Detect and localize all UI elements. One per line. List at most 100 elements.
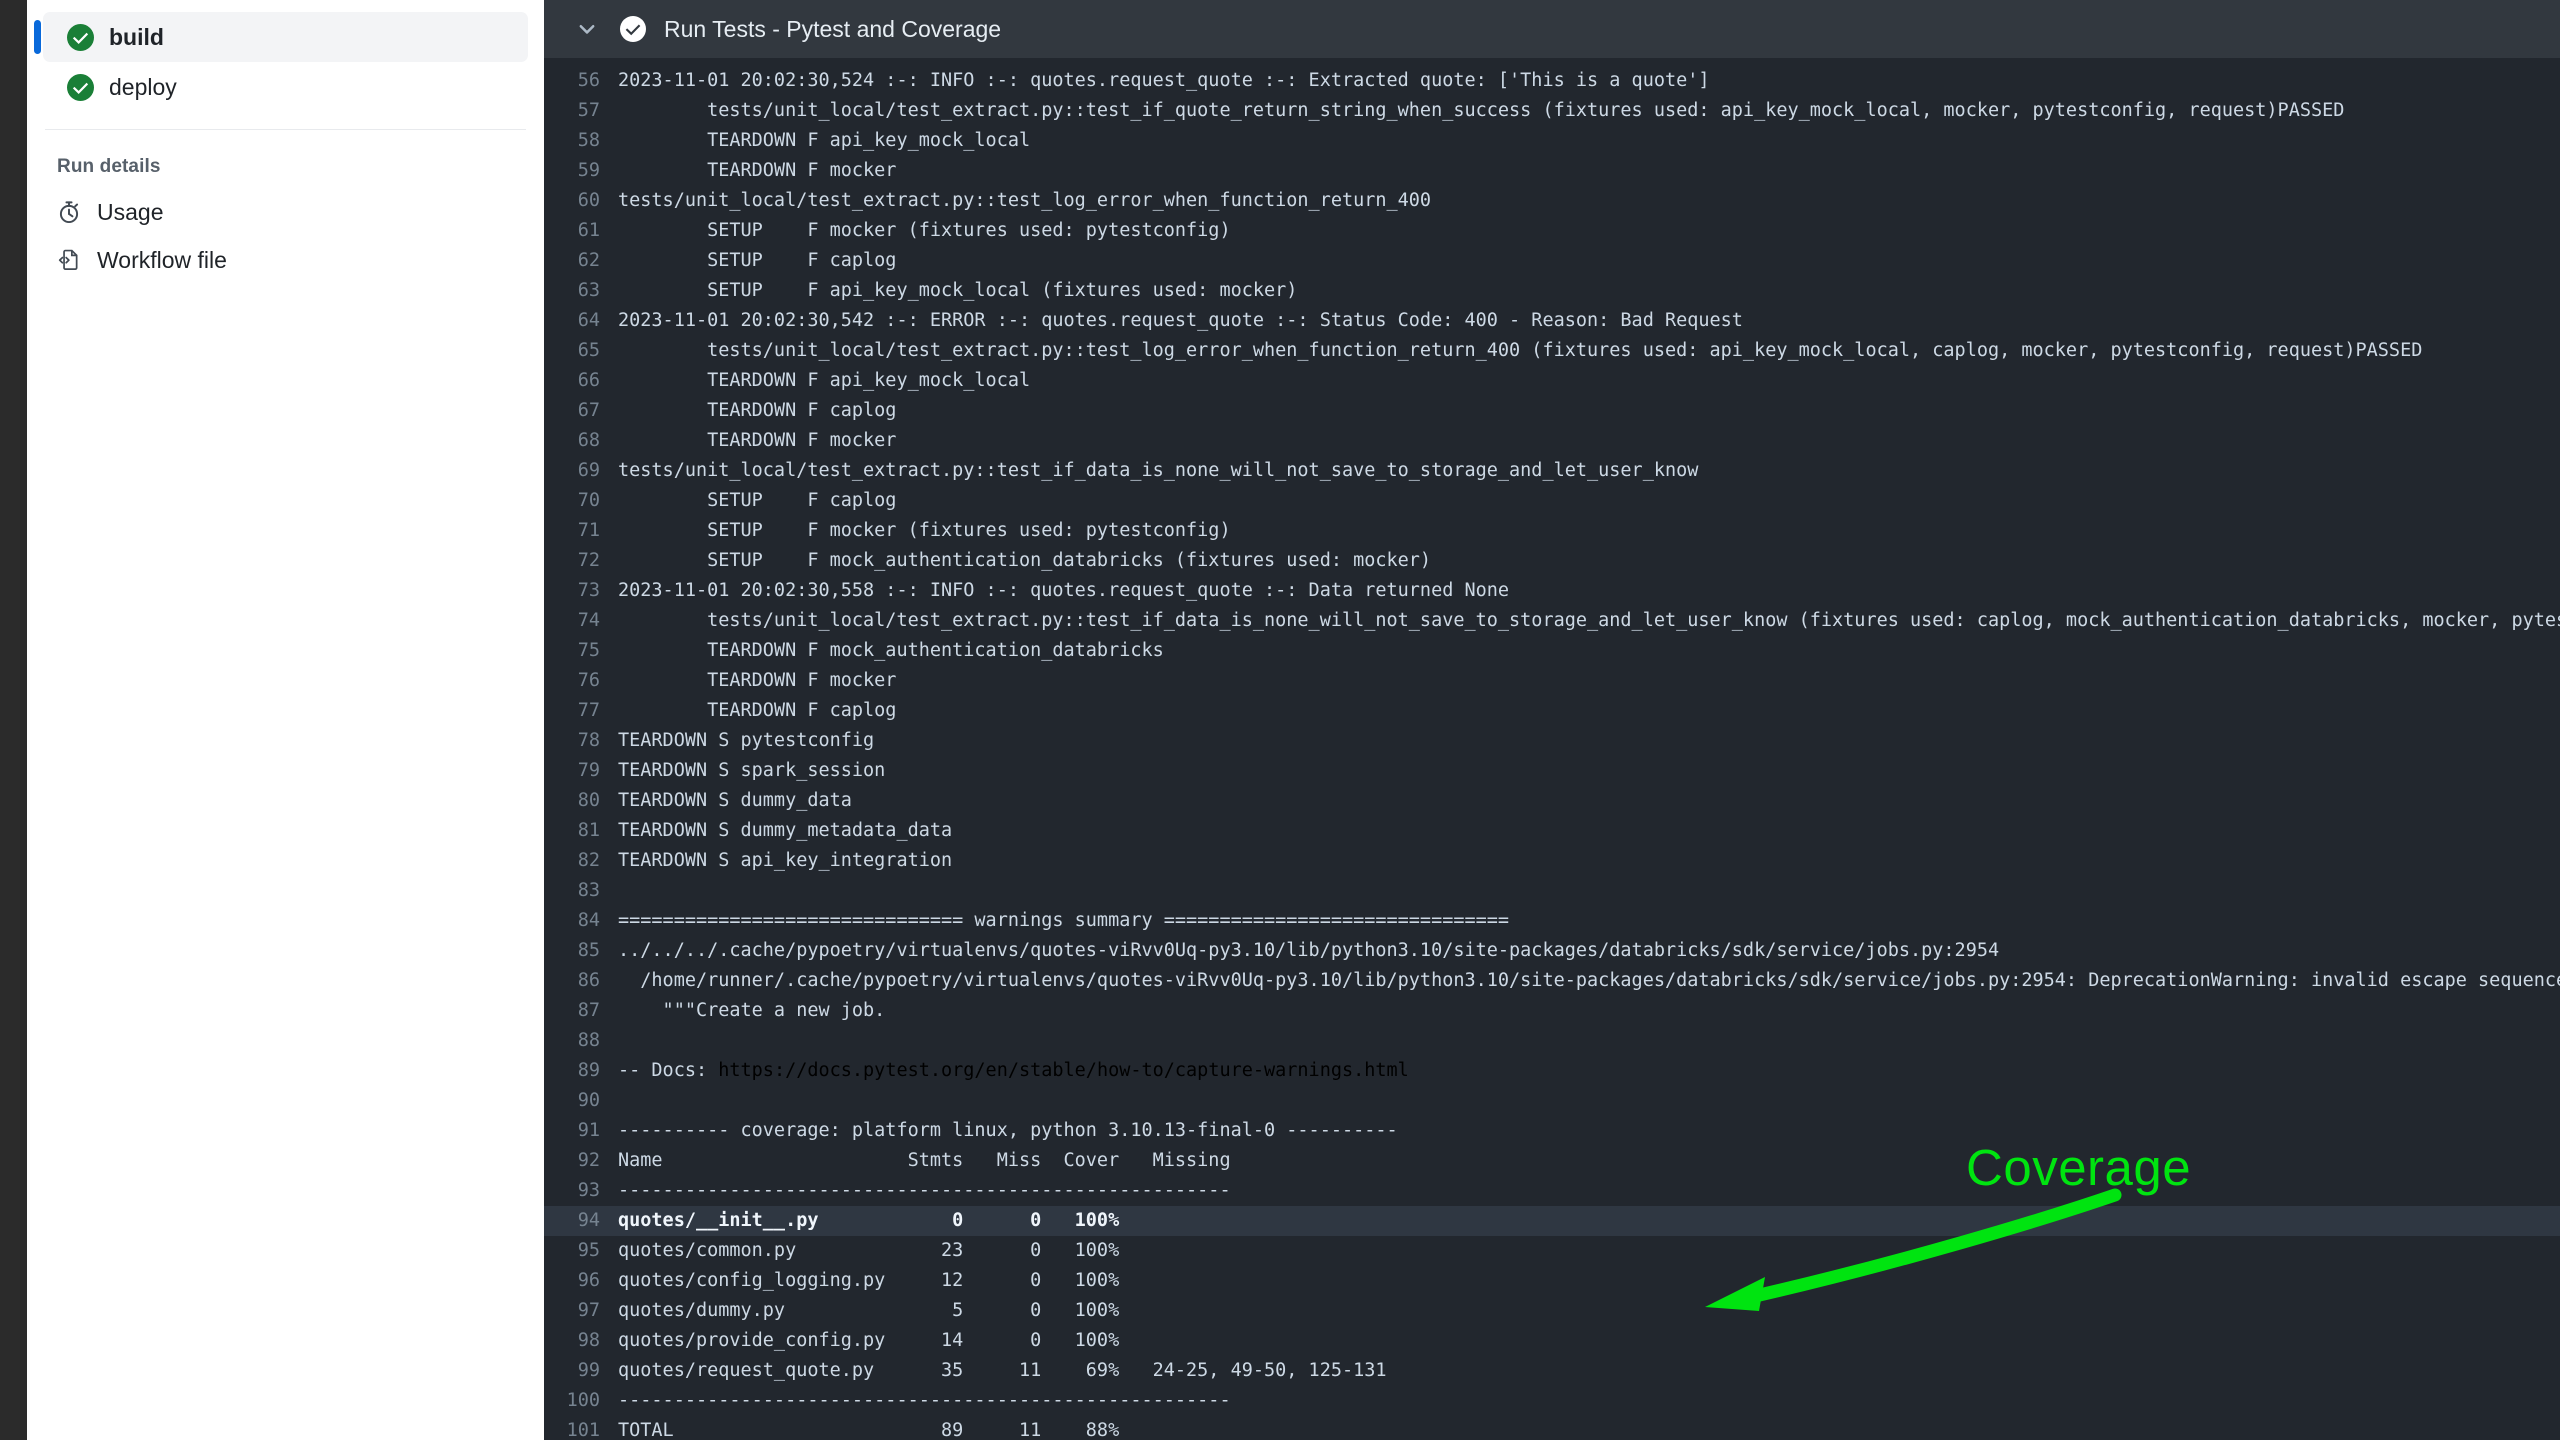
- log-line-number: 80: [577, 790, 600, 811]
- log-line: 96 quotes/config_logging.py 12 0 100%: [544, 1266, 2560, 1296]
- log-line-link[interactable]: https://docs.pytest.org/en/stable/how-to…: [718, 1056, 1409, 1086]
- log-line-text: SETUP F caplog: [618, 490, 897, 511]
- log-line-number: 73: [577, 580, 600, 601]
- log-line-number: 89: [577, 1060, 600, 1081]
- chevron-down-icon[interactable]: [576, 18, 598, 40]
- log-line: 91 ---------- coverage: platform linux, p…: [544, 1116, 2560, 1146]
- log-line: 99 quotes/request_quote.py 35 11 69% 24-2…: [544, 1356, 2560, 1386]
- log-line: 65 tests/unit_local/test_extract.py::tes…: [544, 336, 2560, 366]
- log-line-text: ---------- coverage: platform linux, pyt…: [618, 1120, 1398, 1141]
- code-file-icon: [57, 248, 81, 272]
- log-line: 98 quotes/provide_config.py 14 0 100%: [544, 1326, 2560, 1356]
- log-line: 75 TEARDOWN F mock_authentication_databr…: [544, 636, 2560, 666]
- log-line: 71 SETUP F mocker (fixtures used: pytest…: [544, 516, 2560, 546]
- log-line-number: 97: [577, 1300, 600, 1321]
- log-line: 79 TEARDOWN S spark_session: [544, 756, 2560, 786]
- log-line: 97 quotes/dummy.py 5 0 100%: [544, 1296, 2560, 1326]
- log-line-text: 2023-11-01 20:02:30,558 :-: INFO :-: quo…: [618, 580, 1510, 601]
- log-line-text: tests/unit_local/test_extract.py::test_i…: [618, 100, 2345, 121]
- log-line-number: 86: [577, 970, 600, 991]
- log-line-text: =============================== warnings…: [618, 910, 1510, 931]
- log-line-text: TEARDOWN F caplog: [618, 700, 897, 721]
- log-line-number: 75: [577, 640, 600, 661]
- log-line: 100 -------------------------------------…: [544, 1386, 2560, 1416]
- check-circle-success-icon: [67, 73, 94, 101]
- log-line-number: 78: [577, 730, 600, 751]
- log-line-text: """Create a new job.: [618, 1000, 886, 1021]
- jobs-sidebar: build deploy Run details Usage Workflow …: [27, 0, 544, 1440]
- log-line: 78 TEARDOWN S pytestconfig: [544, 726, 2560, 756]
- log-line-number: 79: [577, 760, 600, 781]
- stopwatch-icon: [57, 200, 81, 224]
- sidebar-item-deploy[interactable]: deploy: [43, 62, 528, 112]
- sidebar-item-usage[interactable]: Usage: [27, 188, 544, 236]
- log-line: 64 2023-11-01 20:02:30,542 :-: ERROR :-: …: [544, 306, 2560, 336]
- log-line: 90: [544, 1086, 2560, 1116]
- log-line-text: TEARDOWN S api_key_integration: [618, 850, 953, 871]
- log-line-text: quotes/request_quote.py 35 11 69% 24-25,…: [618, 1360, 1387, 1381]
- log-line-text: 2023-11-01 20:02:30,542 :-: ERROR :-: qu…: [618, 310, 1743, 331]
- log-line-number: 71: [577, 520, 600, 541]
- log-line-number: 77: [577, 700, 600, 721]
- log-line: 73 2023-11-01 20:02:30,558 :-: INFO :-: q…: [544, 576, 2560, 606]
- left-rail: [0, 0, 27, 1440]
- log-line: 70 SETUP F caplog: [544, 486, 2560, 516]
- log-line-text: quotes/common.py 23 0 100%: [618, 1240, 1120, 1261]
- log-line-number: 91: [577, 1120, 600, 1141]
- log-line-number: 61: [577, 220, 600, 241]
- log-line: 86 /home/runner/.cache/pypoetry/virtuale…: [544, 966, 2560, 996]
- log-line-text: SETUP F api_key_mock_local (fixtures use…: [618, 280, 1298, 301]
- log-line-text: TEARDOWN S dummy_data: [618, 790, 852, 811]
- log-line: 58 TEARDOWN F api_key_mock_local: [544, 126, 2560, 156]
- log-line-number: 64: [577, 310, 600, 331]
- log-line: 84 =============================== warnin…: [544, 906, 2560, 936]
- log-line: 76 TEARDOWN F mocker: [544, 666, 2560, 696]
- log-line-number: 72: [577, 550, 600, 571]
- log-line-number: 65: [577, 340, 600, 361]
- sidebar-item-label: Workflow file: [97, 246, 227, 273]
- log-line-text: TEARDOWN F mocker: [618, 670, 897, 691]
- log-line-text: TEARDOWN F mock_authentication_databrick…: [618, 640, 1164, 661]
- log-line-number: 98: [577, 1330, 600, 1351]
- log-line-number: 66: [577, 370, 600, 391]
- log-line-text: quotes/provide_config.py 14 0 100%: [618, 1330, 1120, 1351]
- log-line: 63 SETUP F api_key_mock_local (fixtures …: [544, 276, 2560, 306]
- check-circle-success-icon: [67, 23, 94, 51]
- log-line-number: 99: [577, 1360, 600, 1381]
- log-line-number: 100: [566, 1390, 600, 1411]
- log-line: 57 tests/unit_local/test_extract.py::tes…: [544, 96, 2560, 126]
- log-line: 85 ../../../.cache/pypoetry/virtualenvs/q…: [544, 936, 2560, 966]
- log-line-text: SETUP F caplog: [618, 250, 897, 271]
- log-line: 66 TEARDOWN F api_key_mock_local: [544, 366, 2560, 396]
- log-line: 59 TEARDOWN F mocker: [544, 156, 2560, 186]
- sidebar-item-label: deploy: [109, 73, 177, 100]
- log-line-text: TEARDOWN S dummy_metadata_data: [618, 820, 953, 841]
- log-line: 81 TEARDOWN S dummy_metadata_data: [544, 816, 2560, 846]
- log-line-number: 60: [577, 190, 600, 211]
- log-line: 69 tests/unit_local/test_extract.py::test…: [544, 456, 2560, 486]
- log-step-header[interactable]: Run Tests - Pytest and Coverage: [544, 0, 2560, 58]
- log-line-text: Name Stmts Miss Cover Missing: [618, 1150, 1231, 1171]
- check-circle-icon: [620, 16, 646, 42]
- log-line-text: TEARDOWN S spark_session: [618, 760, 886, 781]
- sidebar-item-workflow-file[interactable]: Workflow file: [27, 236, 544, 284]
- log-line-text: quotes/config_logging.py 12 0 100%: [618, 1270, 1120, 1291]
- log-line: 72 SETUP F mock_authentication_databrick…: [544, 546, 2560, 576]
- log-output[interactable]: 56 2023-11-01 20:02:30,524 :-: INFO :-: q…: [544, 58, 2560, 1440]
- log-line-number: 59: [577, 160, 600, 181]
- log-line-text: TEARDOWN F api_key_mock_local: [618, 370, 1031, 391]
- log-line-number: 87: [577, 1000, 600, 1021]
- log-panel: Run Tests - Pytest and Coverage 56 2023-1…: [544, 0, 2560, 1440]
- log-line: 89 -- Docs: https://docs.pytest.org/en/st…: [544, 1056, 2560, 1086]
- log-line-text: SETUP F mock_authentication_databricks (…: [618, 550, 1432, 571]
- log-line-number: 83: [577, 880, 600, 901]
- log-line-number: 101: [566, 1420, 600, 1440]
- log-line: 56 2023-11-01 20:02:30,524 :-: INFO :-: q…: [544, 66, 2560, 96]
- log-line-text: tests/unit_local/test_extract.py::test_i…: [618, 460, 1699, 481]
- log-line-text: /home/runner/.cache/pypoetry/virtualenvs…: [618, 970, 2560, 991]
- log-line-number: 90: [577, 1090, 600, 1111]
- log-line-text: TEARDOWN F mocker: [618, 430, 897, 451]
- log-line-number: 74: [577, 610, 600, 631]
- sidebar-item-build[interactable]: build: [34, 12, 528, 62]
- sidebar-item-label: Usage: [97, 198, 164, 225]
